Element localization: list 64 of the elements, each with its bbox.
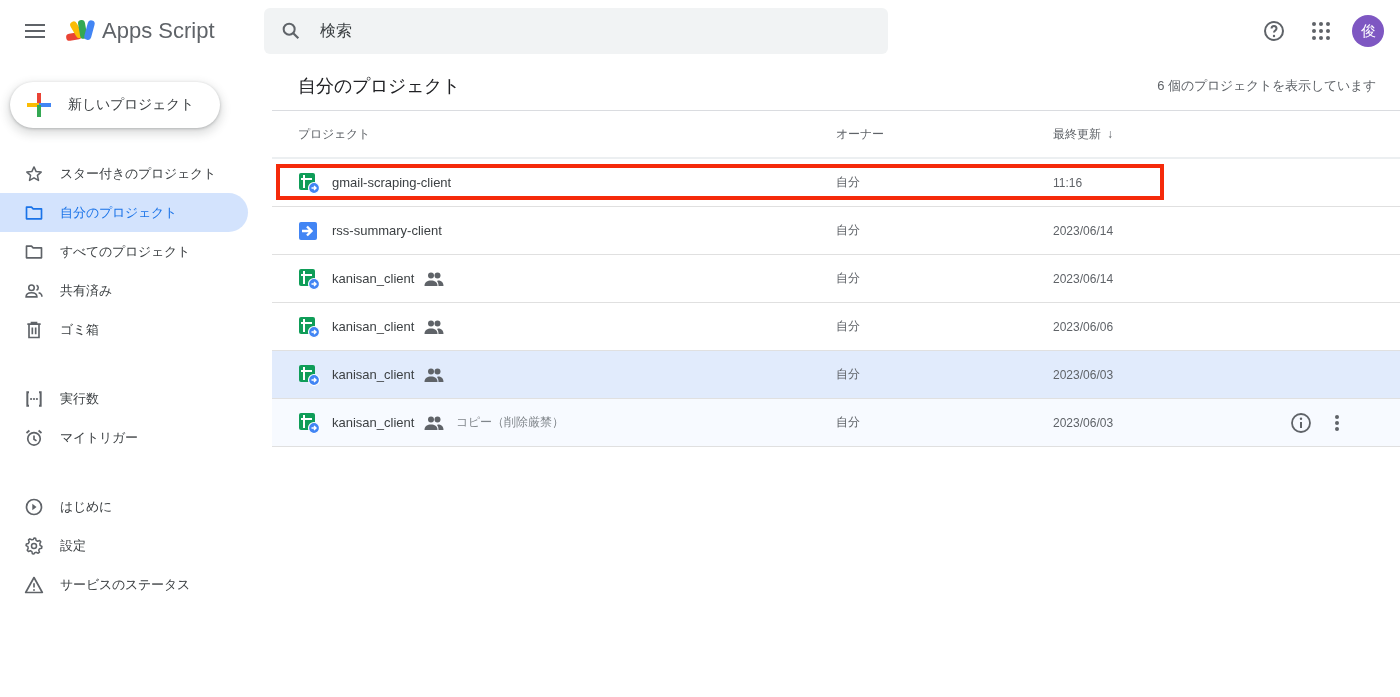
updated-cell: 2023/06/14 (1053, 223, 1114, 238)
sidebar-item[interactable]: サービスのステータス (0, 565, 248, 604)
owner-cell: 自分 (836, 415, 860, 429)
owner-cell: 自分 (836, 223, 860, 237)
sort-arrow[interactable]: ↓ (1107, 127, 1113, 141)
updated-cell: 11:16 (1053, 175, 1083, 190)
brackets-icon (24, 388, 44, 409)
app-name: Apps Script (102, 18, 215, 44)
sidebar-item[interactable]: 共有済み (0, 271, 248, 310)
warning-icon (24, 574, 44, 595)
logo-icon (64, 19, 96, 43)
column-header[interactable]: オーナー (836, 125, 1053, 143)
project-name[interactable]: kanisan_client (332, 271, 415, 286)
project-row[interactable]: gmail-scraping-client 自分 11:16 (272, 159, 1400, 207)
owner-cell: 自分 (836, 175, 860, 189)
updated-cell: 2023/06/03 (1053, 415, 1114, 430)
new-project-button[interactable]: 新しいプロジェクト (10, 82, 220, 128)
project-name[interactable]: kanisan_client (332, 415, 415, 430)
page-title: 自分のプロジェクト (298, 75, 460, 98)
project-row[interactable]: kanisan_client コピー（削除厳禁） 自分 2023/06/03 (272, 399, 1400, 447)
alarm-clock-icon (24, 427, 44, 448)
project-name[interactable]: kanisan_client (332, 319, 415, 334)
sheet-script-icon (298, 411, 320, 434)
project-name[interactable]: rss-summary-client (332, 223, 442, 238)
updated-cell: 2023/06/03 (1053, 367, 1114, 382)
project-name[interactable]: kanisan_client (332, 367, 415, 382)
sidebar-item[interactable]: ゴミ箱 (0, 310, 248, 349)
sheet-script-icon (298, 267, 320, 290)
plus-icon (26, 92, 52, 118)
script-project-icon (298, 220, 318, 241)
project-row[interactable]: rss-summary-client 自分 2023/06/14 (272, 207, 1400, 255)
project-row[interactable]: kanisan_client 自分 2023/06/03 (272, 351, 1400, 399)
project-note: コピー（削除厳禁） (456, 414, 565, 431)
help-icon[interactable] (1262, 19, 1286, 43)
sheet-script-icon (298, 315, 320, 338)
sidebar-item[interactable]: 自分のプロジェクト (0, 193, 248, 232)
search-icon (280, 20, 302, 42)
sidebar-item[interactable]: はじめに (0, 487, 248, 526)
play-icon (24, 496, 44, 517)
column-header[interactable]: 最終更新 (1053, 125, 1101, 143)
settings-icon (24, 535, 44, 556)
project-name[interactable]: gmail-scraping-client (332, 175, 452, 190)
sidebar-item[interactable]: 設定 (0, 526, 248, 565)
owner-cell: 自分 (836, 367, 860, 381)
project-row[interactable]: kanisan_client 自分 2023/06/14 (272, 255, 1400, 303)
trash-icon (24, 319, 44, 340)
owner-cell: 自分 (836, 271, 860, 285)
more-icon[interactable] (1334, 413, 1340, 432)
user-avatar[interactable]: 俊 (1352, 15, 1384, 47)
sidebar-item[interactable]: スター付きのプロジェクト (0, 154, 248, 193)
sheet-script-icon (298, 171, 320, 194)
sidebar-item[interactable]: マイトリガー (0, 418, 248, 457)
star-icon (24, 163, 44, 184)
updated-cell: 2023/06/06 (1053, 319, 1114, 334)
info-icon[interactable] (1290, 411, 1312, 434)
search-field[interactable]: 検索 (264, 8, 888, 54)
updated-cell: 2023/06/14 (1053, 271, 1114, 286)
sidebar-item[interactable]: すべてのプロジェクト (0, 232, 248, 271)
sidebar-item[interactable]: 実行数 (0, 379, 248, 418)
owner-cell: 自分 (836, 319, 860, 333)
sheet-script-icon (298, 363, 320, 386)
project-count: 6 個のプロジェクトを表示しています (1157, 77, 1376, 95)
apps-grid-icon[interactable] (1312, 22, 1330, 40)
column-header[interactable]: プロジェクト (298, 125, 836, 143)
